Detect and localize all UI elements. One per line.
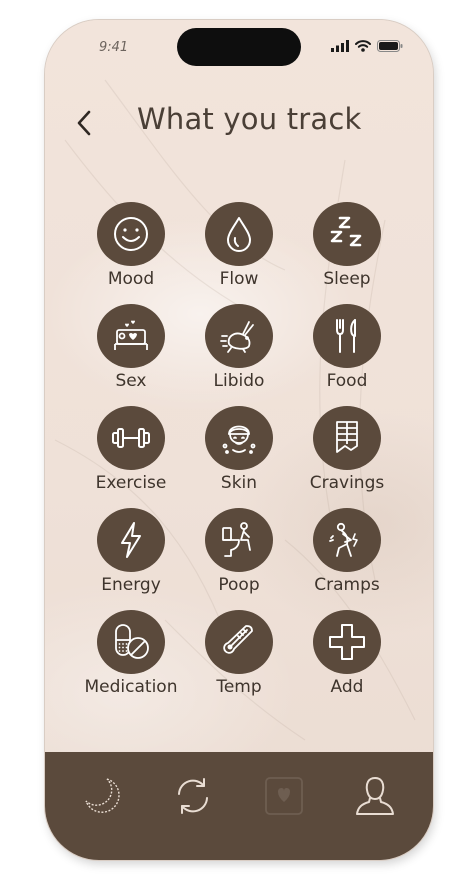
- tracker-mood[interactable]: Mood: [77, 202, 185, 289]
- chevron-left-icon: [77, 110, 91, 136]
- toilet-person-icon: [222, 522, 251, 557]
- tracker-flow[interactable]: Flow: [185, 202, 293, 289]
- zzz-icon: [330, 216, 362, 247]
- tracker-icon-circle: [313, 406, 381, 470]
- tracker-add[interactable]: Add: [293, 610, 401, 697]
- tracker-icon-circle: [97, 508, 165, 572]
- tracker-label: Cravings: [309, 473, 385, 493]
- wifi-icon: [355, 40, 371, 52]
- signal-icon: [331, 40, 349, 52]
- bed-hearts-icon: [114, 320, 148, 350]
- page-title: What you track: [137, 102, 362, 136]
- tracker-poop[interactable]: Poop: [185, 508, 293, 595]
- tracker-icon-circle: [205, 508, 273, 572]
- tracker-label: Flow: [219, 269, 259, 289]
- back-button[interactable]: [73, 106, 99, 140]
- tracker-icon-circle: [205, 202, 273, 266]
- pills-icon: [115, 624, 149, 659]
- droplet-icon: [227, 217, 251, 252]
- tracker-exercise[interactable]: Exercise: [77, 406, 185, 493]
- tracker-label: Libido: [213, 371, 265, 391]
- smiley-icon: [114, 217, 148, 251]
- lightning-icon: [121, 522, 141, 558]
- battery-icon: [377, 40, 403, 52]
- tracker-skin[interactable]: Skin: [185, 406, 293, 493]
- tracker-icon-circle: [313, 304, 381, 368]
- tracker-energy[interactable]: Energy: [77, 508, 185, 595]
- tab-favorites[interactable]: [260, 772, 308, 820]
- tracker-icon-circle: [205, 304, 273, 368]
- tracker-grid: Mood Flow Sleep Sex Libido Food Exercise…: [77, 202, 401, 697]
- tracker-cravings[interactable]: Cravings: [293, 406, 401, 493]
- plus-icon: [329, 624, 365, 660]
- tracker-label: Exercise: [95, 473, 167, 493]
- tracker-label: Sleep: [323, 269, 371, 289]
- status-bar: 9:41: [45, 20, 433, 76]
- tab-profile[interactable]: [351, 772, 399, 820]
- tracker-temp[interactable]: Temp: [185, 610, 293, 697]
- status-icons: [331, 40, 403, 52]
- heart-square-icon: [265, 777, 303, 815]
- tracker-label: Food: [326, 371, 368, 391]
- thermometer-icon: [223, 625, 253, 654]
- tracker-food[interactable]: Food: [293, 304, 401, 391]
- tracker-icon-circle: [97, 610, 165, 674]
- chocolate-bar-icon: [336, 421, 358, 453]
- tracker-icon-circle: [97, 406, 165, 470]
- moon-icon: [85, 778, 120, 813]
- rabbit-icon: [220, 321, 254, 353]
- dumbbell-icon: [112, 428, 150, 448]
- tracker-label: Mood: [107, 269, 155, 289]
- cramp-person-icon: [329, 522, 358, 557]
- tab-sync[interactable]: [169, 772, 217, 820]
- tracker-sex[interactable]: Sex: [77, 304, 185, 391]
- user-icon: [356, 777, 394, 815]
- tracker-label: Skin: [220, 473, 258, 493]
- tracker-icon-circle: [313, 610, 381, 674]
- cycle-arrows-icon: [178, 778, 208, 814]
- face-towel-icon: [222, 425, 256, 454]
- tracker-libido[interactable]: Libido: [185, 304, 293, 391]
- tracker-icon-circle: [313, 508, 381, 572]
- tracker-label: Sex: [115, 371, 147, 391]
- tab-cycle-moon[interactable]: [78, 772, 126, 820]
- tracker-label: Temp: [216, 677, 262, 697]
- fork-knife-icon: [336, 319, 356, 353]
- tracker-label: Poop: [218, 575, 260, 595]
- status-time: 9:41: [99, 40, 129, 55]
- tracker-icon-circle: [97, 202, 165, 266]
- tracker-icon-circle: [205, 406, 273, 470]
- dynamic-island: [177, 28, 301, 66]
- tracker-medication[interactable]: Medication: [77, 610, 185, 697]
- tracker-sleep[interactable]: Sleep: [293, 202, 401, 289]
- header: What you track: [45, 100, 433, 146]
- tracker-icon-circle: [313, 202, 381, 266]
- tracker-label: Energy: [101, 575, 161, 595]
- bottom-tab-bar: [45, 752, 433, 860]
- tracker-cramps[interactable]: Cramps: [293, 508, 401, 595]
- phone-screen: 9:41 What you track Mood Flow Sleep Sex …: [45, 20, 433, 860]
- tracker-label: Medication: [84, 677, 178, 697]
- tracker-label: Add: [330, 677, 364, 697]
- tracker-icon-circle: [205, 610, 273, 674]
- tracker-label: Cramps: [314, 575, 380, 595]
- tracker-icon-circle: [97, 304, 165, 368]
